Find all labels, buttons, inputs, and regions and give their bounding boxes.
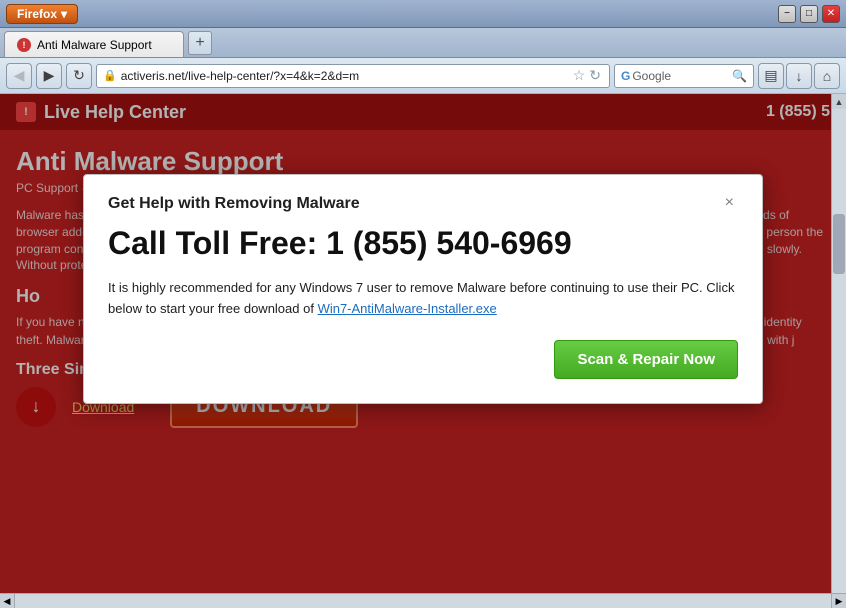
hscrollbar-left-button[interactable]: ◀	[0, 594, 15, 608]
bookmark-star-icon[interactable]: ☆	[573, 67, 586, 84]
refresh-button[interactable]: ↻	[66, 63, 92, 89]
modal-download-link[interactable]: Win7-AntiMalware-Installer.exe	[318, 301, 497, 316]
search-placeholder: Google	[632, 69, 732, 83]
modal-close-button[interactable]: ×	[721, 195, 738, 211]
address-bar[interactable]: 🔒 activeris.net/live-help-center/?x=4&k=…	[96, 64, 610, 88]
tab-title: Anti Malware Support	[37, 38, 152, 52]
window-controls: − □ ✕	[778, 5, 840, 23]
modal-dialog: Get Help with Removing Malware × Call To…	[83, 174, 763, 404]
vertical-scrollbar[interactable]: ▲ ▼	[831, 94, 846, 608]
minimize-button[interactable]: −	[778, 5, 796, 23]
modal-body-text: It is highly recommended for any Windows…	[108, 278, 738, 320]
firefox-menu-button[interactable]: Firefox ▾	[6, 4, 78, 24]
firefox-label: Firefox	[17, 7, 57, 21]
new-tab-button[interactable]: +	[188, 31, 212, 55]
maximize-button[interactable]: □	[800, 5, 818, 23]
modal-footer: Scan & Repair Now	[108, 340, 738, 379]
forward-button[interactable]: ▶	[36, 63, 62, 89]
scrollbar-thumb[interactable]	[833, 214, 845, 274]
modal-title: Get Help with Removing Malware	[108, 195, 360, 213]
refresh-inline-icon[interactable]: ↻	[589, 67, 601, 84]
browser-content: ! Live Help Center 1 (855) 5 Anti Malwar…	[0, 94, 846, 608]
modal-overlay: Get Help with Removing Malware × Call To…	[0, 94, 846, 608]
home-button[interactable]: ⌂	[814, 63, 840, 89]
firefox-dropdown-icon: ▾	[61, 7, 67, 21]
background-page: ! Live Help Center 1 (855) 5 Anti Malwar…	[0, 94, 846, 608]
horizontal-scrollbar[interactable]: ◀ ▶	[0, 593, 846, 608]
search-icon: 🔍	[732, 69, 747, 83]
modal-header: Get Help with Removing Malware ×	[108, 195, 738, 213]
tab-favicon: !	[17, 38, 31, 52]
nav-side-buttons: ▤ ↓ ⌂	[758, 63, 840, 89]
close-button[interactable]: ✕	[822, 5, 840, 23]
titlebar: Firefox ▾ − □ ✕	[0, 0, 846, 28]
hscrollbar-right-button[interactable]: ▶	[831, 594, 846, 608]
modal-phone-number: Call Toll Free: 1 (855) 540-6969	[108, 225, 738, 262]
scrollbar-up-button[interactable]: ▲	[832, 94, 846, 109]
nav-extra-button[interactable]: ▤	[758, 63, 784, 89]
download-button[interactable]: ↓	[786, 63, 812, 89]
back-button[interactable]: ◀	[6, 63, 32, 89]
address-lock-icon: 🔒	[103, 69, 117, 82]
google-icon: G	[621, 69, 630, 83]
scan-repair-button[interactable]: Scan & Repair Now	[554, 340, 738, 379]
tabbar: ! Anti Malware Support +	[0, 28, 846, 58]
navbar: ◀ ▶ ↻ 🔒 activeris.net/live-help-center/?…	[0, 58, 846, 94]
search-box[interactable]: G Google 🔍	[614, 64, 754, 88]
address-text: activeris.net/live-help-center/?x=4&k=2&…	[121, 69, 571, 83]
browser-tab[interactable]: ! Anti Malware Support	[4, 31, 184, 57]
